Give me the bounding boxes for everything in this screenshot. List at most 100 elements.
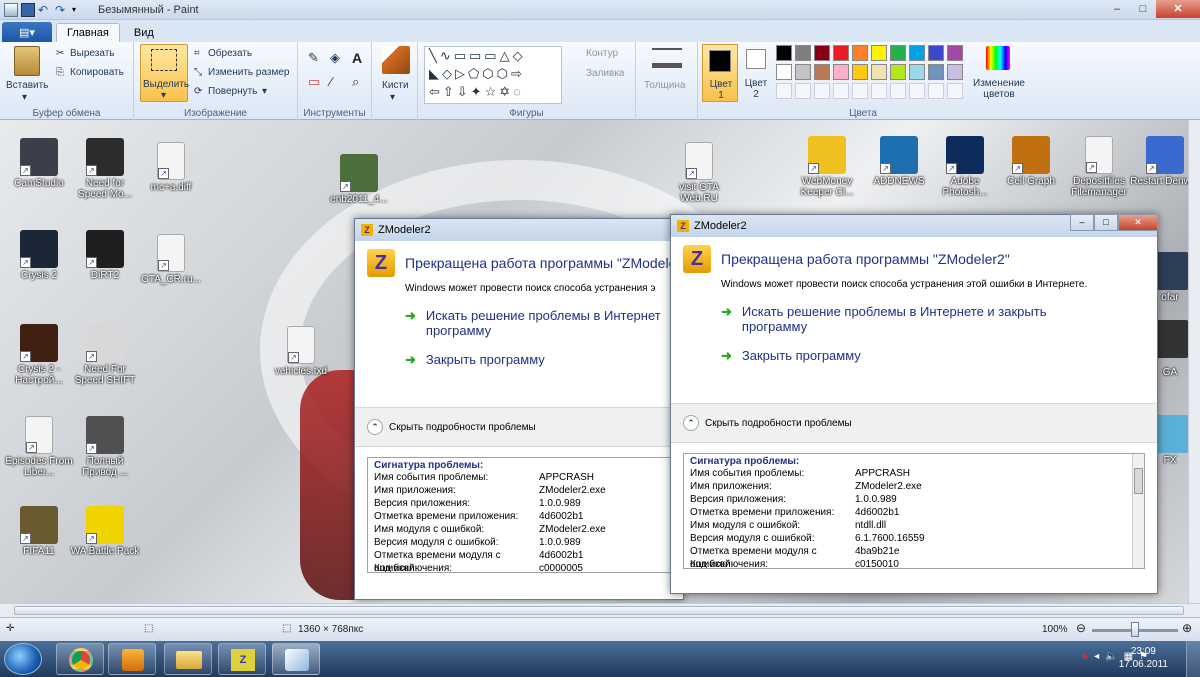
contour-button[interactable]: Контур bbox=[586, 48, 618, 59]
palette-color-swatch[interactable] bbox=[776, 45, 792, 61]
desktop-icon[interactable]: ↗ Need For Speed SHIFT bbox=[70, 324, 140, 386]
palette-color-swatch[interactable] bbox=[795, 64, 811, 80]
error-dialog-back[interactable]: Z ZModeler2 Z Прекращена работа программ… bbox=[354, 218, 694, 600]
close-program-link[interactable]: ➜ Закрыть программу bbox=[671, 348, 1157, 364]
fill-button[interactable]: Заливка bbox=[586, 68, 625, 79]
paste-dropdown-icon[interactable]: ▾ bbox=[22, 92, 27, 103]
copy-button[interactable]: Копировать bbox=[70, 67, 124, 78]
eraser-icon[interactable]: ▭ bbox=[308, 74, 320, 90]
problem-signature-box[interactable]: Сигнатура проблемы: Имя события проблемы… bbox=[367, 457, 671, 573]
palette-color-swatch[interactable] bbox=[852, 45, 868, 61]
dialog-minimize-button[interactable]: – bbox=[1070, 214, 1094, 231]
desktop-icon[interactable]: ↗ WA Battle Pack bbox=[70, 506, 140, 557]
palette-color-swatch[interactable] bbox=[928, 64, 944, 80]
palette-color-swatch[interactable] bbox=[909, 45, 925, 61]
palette-empty-swatch[interactable] bbox=[776, 83, 792, 99]
desktop-icon[interactable]: ↗ mc+a.diff bbox=[136, 142, 206, 193]
palette-color-swatch[interactable] bbox=[833, 45, 849, 61]
minimize-button[interactable]: – bbox=[1104, 0, 1130, 18]
close-program-link[interactable]: ➜ Закрыть программу bbox=[355, 352, 683, 368]
paste-button[interactable]: Вставить bbox=[6, 80, 48, 91]
palette-empty-swatch[interactable] bbox=[909, 83, 925, 99]
redo-icon[interactable]: ↷ bbox=[55, 3, 69, 17]
desktop-icon[interactable]: ↗ Crysis 2 - Настрой... bbox=[4, 324, 74, 386]
paste-icon[interactable] bbox=[14, 46, 40, 76]
start-button[interactable] bbox=[4, 643, 42, 675]
color-picker-icon[interactable]: ⁄ bbox=[330, 74, 332, 89]
cut-button[interactable]: Вырезать bbox=[70, 48, 114, 59]
desktop-icon[interactable]: ↗ Полный Привод ... bbox=[70, 416, 140, 478]
brushes-dropdown-icon[interactable]: ▾ bbox=[390, 92, 395, 103]
signature-scrollbar[interactable] bbox=[1132, 454, 1144, 568]
palette-empty-swatch[interactable] bbox=[928, 83, 944, 99]
taskbar-explorer[interactable] bbox=[164, 643, 212, 675]
save-icon[interactable] bbox=[21, 2, 35, 17]
desktop-icon[interactable]: ↗ DiRT2 bbox=[70, 230, 140, 281]
palette-color-swatch[interactable] bbox=[871, 64, 887, 80]
palette-color-swatch[interactable] bbox=[928, 45, 944, 61]
vertical-scrollbar[interactable] bbox=[1188, 120, 1200, 603]
taskbar-paint[interactable] bbox=[272, 643, 320, 675]
palette-empty-swatch[interactable] bbox=[833, 83, 849, 99]
desktop-icon[interactable]: ↗ FIFA11 bbox=[4, 506, 74, 557]
tab-view[interactable]: Вид bbox=[124, 24, 164, 42]
file-menu-button[interactable]: ▤▾ bbox=[2, 22, 52, 42]
desktop-icon[interactable]: ↗ Adobe Photosh... bbox=[930, 136, 1000, 198]
palette-empty-swatch[interactable] bbox=[947, 83, 963, 99]
edit-colors-button[interactable]: Изменение цветов bbox=[970, 78, 1028, 100]
tab-home[interactable]: Главная bbox=[56, 23, 120, 42]
undo-icon[interactable]: ↶ bbox=[38, 3, 52, 17]
rotate-button[interactable]: Повернуть bbox=[208, 86, 257, 97]
palette-empty-swatch[interactable] bbox=[890, 83, 906, 99]
search-solution-link[interactable]: ➜ Искать решение проблемы в Интернете и … bbox=[671, 304, 1157, 334]
magnifier-icon[interactable]: ⌕ bbox=[352, 74, 359, 90]
customize-toolbar-icon[interactable]: ▾ bbox=[72, 3, 86, 17]
show-hidden-icons[interactable]: ◂ bbox=[1094, 651, 1099, 662]
palette-color-swatch[interactable] bbox=[814, 45, 830, 61]
palette-color-swatch[interactable] bbox=[890, 45, 906, 61]
brushes-button[interactable]: Кисти bbox=[382, 80, 409, 91]
size-lines-icon[interactable] bbox=[652, 48, 682, 68]
taskbar-chrome[interactable] bbox=[56, 643, 104, 675]
select-button[interactable]: Выделить ▾ bbox=[140, 44, 189, 102]
zoom-slider-thumb[interactable] bbox=[1131, 622, 1139, 637]
text-icon[interactable]: A bbox=[352, 50, 362, 66]
pencil-icon[interactable]: ✎ bbox=[308, 50, 319, 66]
dialog-title-bar[interactable]: Z ZModeler2 – □ ✕ bbox=[671, 214, 1158, 237]
palette-color-swatch[interactable] bbox=[833, 64, 849, 80]
edit-colors-icon[interactable] bbox=[986, 46, 1010, 70]
palette-color-swatch[interactable] bbox=[909, 64, 925, 80]
desktop-icon[interactable]: ↗ Crysis 2 bbox=[4, 230, 74, 281]
opera-icon[interactable]: ● bbox=[1082, 651, 1088, 662]
close-button[interactable]: ✕ bbox=[1156, 0, 1200, 18]
palette-color-swatch[interactable] bbox=[814, 64, 830, 80]
fill-bucket-icon[interactable]: ◈ bbox=[330, 50, 340, 66]
palette-color-swatch[interactable] bbox=[795, 45, 811, 61]
taskbar-media-player[interactable] bbox=[108, 643, 156, 675]
search-solution-link[interactable]: ➜ Искать решение проблемы в Интернет прог… bbox=[355, 308, 683, 338]
palette-empty-swatch[interactable] bbox=[814, 83, 830, 99]
zoom-out-icon[interactable]: ⊖ bbox=[1076, 621, 1086, 635]
canvas-area[interactable]: ↗ CamStudio ↗ Need for Speed Mo... ↗ mc+a.dif… bbox=[0, 120, 1200, 603]
palette-color-swatch[interactable] bbox=[871, 45, 887, 61]
maximize-button[interactable]: □ bbox=[1130, 0, 1156, 18]
desktop-icon[interactable]: ↗ GTA_CR.ru... bbox=[136, 234, 206, 285]
color1-button[interactable]: Цвет 1 bbox=[702, 44, 738, 102]
desktop-icon[interactable]: ↗ WebMoney Keeper Cl... bbox=[792, 136, 862, 198]
desktop-icon[interactable]: ↗ enb2011_4... bbox=[324, 154, 394, 205]
taskbar-zmodeler[interactable]: Z bbox=[218, 643, 266, 675]
scroll-thumb[interactable] bbox=[14, 606, 1184, 615]
hide-details-toggle[interactable]: ⌃ Скрыть подробности проблемы bbox=[671, 403, 1157, 443]
desktop-icon[interactable]: ↗ Episodes From Liber... bbox=[4, 416, 74, 478]
volume-icon[interactable]: 🔈 bbox=[1105, 651, 1117, 662]
rotate-dropdown-icon[interactable]: ▾ bbox=[262, 86, 267, 97]
size-button[interactable]: Толщина bbox=[644, 80, 685, 91]
scroll-thumb[interactable] bbox=[1134, 468, 1143, 494]
resize-button[interactable]: Изменить размер bbox=[208, 67, 289, 78]
dialog-maximize-button[interactable]: □ bbox=[1094, 214, 1118, 231]
show-desktop-button[interactable] bbox=[1186, 641, 1200, 677]
palette-color-swatch[interactable] bbox=[776, 64, 792, 80]
desktop-icon[interactable]: ↗ Depositfiles Filemanager bbox=[1064, 136, 1134, 198]
desktop-icon[interactable]: ↗ ADDNEWS bbox=[864, 136, 934, 187]
palette-color-swatch[interactable] bbox=[852, 64, 868, 80]
